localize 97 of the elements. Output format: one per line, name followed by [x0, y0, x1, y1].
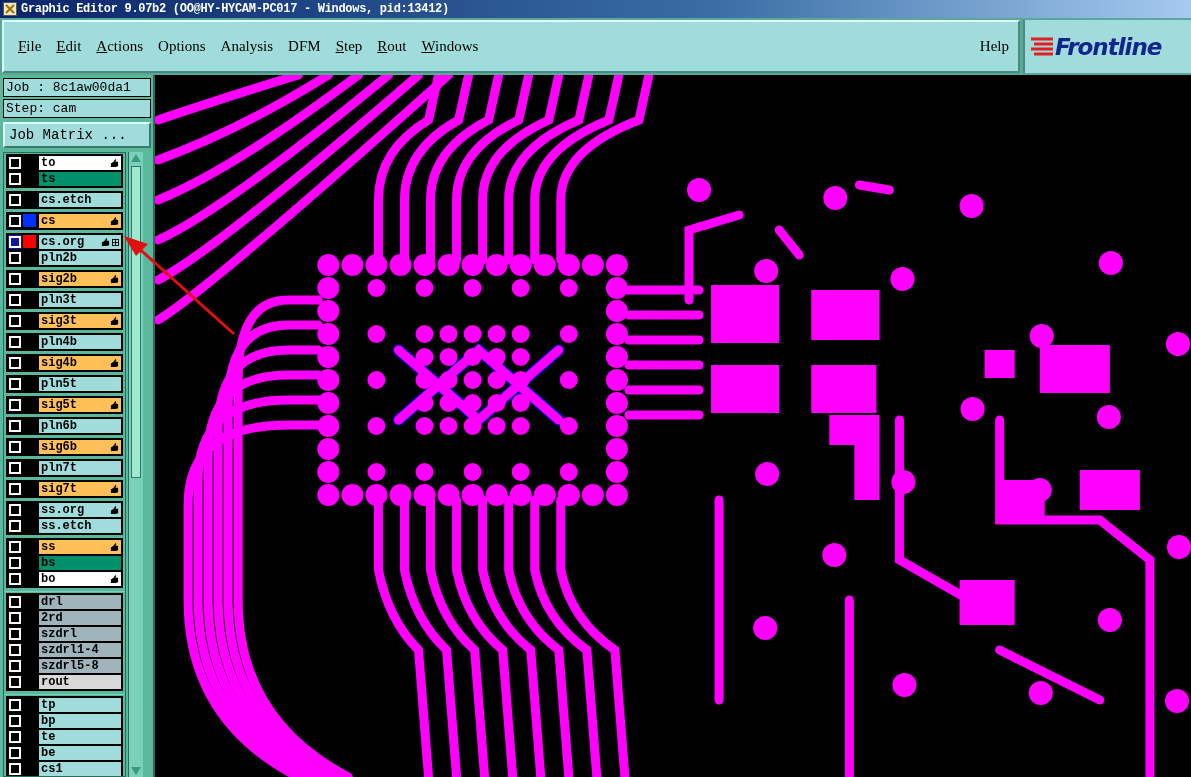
hand-icon: [110, 158, 119, 168]
app-icon: [3, 2, 17, 16]
layer-checkbox[interactable]: [9, 541, 21, 553]
layer-item[interactable]: ts: [39, 172, 121, 186]
layer-checkbox[interactable]: [9, 676, 21, 688]
layer-item[interactable]: pln7t: [39, 461, 121, 475]
menu-item[interactable]: Edit: [50, 38, 88, 55]
hand-icon: [110, 400, 119, 410]
layer-item[interactable]: sig6b: [39, 440, 121, 454]
layer-checkbox[interactable]: [9, 747, 21, 759]
layer-checkbox[interactable]: [9, 557, 21, 569]
hand-icon: [110, 274, 119, 284]
layer-item[interactable]: sig4b: [39, 356, 121, 370]
layer-checkbox[interactable]: [9, 596, 21, 608]
layer-checkbox[interactable]: [9, 660, 21, 672]
step-label: Step: cam: [3, 99, 151, 118]
layer-checkbox[interactable]: [9, 194, 21, 206]
layer-checkbox[interactable]: [9, 462, 21, 474]
hand-icon: [110, 442, 119, 452]
layer-item[interactable]: pln3t: [39, 293, 121, 307]
layer-checkbox[interactable]: [9, 612, 21, 624]
layer-checkbox[interactable]: [9, 628, 21, 640]
layer-item[interactable]: cs1: [39, 762, 121, 776]
help-menu[interactable]: Help: [973, 38, 1015, 55]
layer-item[interactable]: rout: [39, 675, 121, 689]
layer-checkbox[interactable]: [9, 173, 21, 185]
menu-item[interactable]: Step: [329, 38, 369, 55]
window-title: Graphic Editor 9.07b2 (OO@HY-HYCAM-PC017 - Windows, pid:13412): [21, 2, 449, 16]
layer-checkbox[interactable]: [9, 336, 21, 348]
layer-checkbox[interactable]: [9, 157, 21, 169]
layer-item[interactable]: tp: [39, 698, 121, 712]
layer-item[interactable]: cs: [39, 214, 121, 228]
layer-item[interactable]: te: [39, 730, 121, 744]
layer-checkbox[interactable]: [9, 504, 21, 516]
menu-item[interactable]: Actions: [90, 38, 150, 55]
layer-checkbox[interactable]: [9, 378, 21, 390]
hand-icon: [110, 358, 119, 368]
hand-icon: [101, 237, 110, 247]
layer-checkbox[interactable]: [9, 420, 21, 432]
layer-item[interactable]: bo: [39, 572, 121, 586]
hand-icon: [110, 574, 119, 584]
layer-item[interactable]: cs.etch: [39, 193, 121, 207]
menu-item[interactable]: Rout: [371, 38, 413, 55]
layer-item[interactable]: szdrl5-8: [39, 659, 121, 673]
menu-item[interactable]: Analysis: [214, 38, 280, 55]
layer-checkbox[interactable]: [9, 215, 21, 227]
layer-checkbox[interactable]: [9, 441, 21, 453]
layer-item[interactable]: szdrl: [39, 627, 121, 641]
layer-checkbox[interactable]: [9, 731, 21, 743]
layer-item[interactable]: 2rd: [39, 611, 121, 625]
logo: Frontline: [1055, 33, 1162, 60]
layer-item[interactable]: be: [39, 746, 121, 760]
job-label: Job : 8c1aw00da1: [3, 78, 151, 97]
layer-item[interactable]: sig7t: [39, 482, 121, 496]
layer-item[interactable]: pln6b: [39, 419, 121, 433]
layer-checkbox[interactable]: [9, 294, 21, 306]
layer-checkbox[interactable]: [9, 252, 21, 264]
layer-item[interactable]: sig5t: [39, 398, 121, 412]
layer-item[interactable]: sig3t: [39, 314, 121, 328]
layer-item[interactable]: szdrl1-4: [39, 643, 121, 657]
layer-item[interactable]: ss: [39, 540, 121, 554]
layer-item[interactable]: ss.etch: [39, 519, 121, 533]
layer-checkbox[interactable]: [9, 573, 21, 585]
layer-checkbox[interactable]: [9, 644, 21, 656]
menu-item[interactable]: Options: [152, 38, 212, 55]
layer-item[interactable]: pln5t: [39, 377, 121, 391]
layer-checkbox[interactable]: [9, 357, 21, 369]
layer-item[interactable]: pln2b: [39, 251, 121, 265]
layer-item[interactable]: to: [39, 156, 121, 170]
layer-checkbox[interactable]: [9, 399, 21, 411]
layer-item[interactable]: sig2b: [39, 272, 121, 286]
layer-item[interactable]: drl: [39, 595, 121, 609]
menu-item[interactable]: Windows: [415, 38, 485, 55]
layer-item[interactable]: bp: [39, 714, 121, 728]
layer-checkbox[interactable]: [9, 483, 21, 495]
hand-icon: [110, 542, 119, 552]
menu-item[interactable]: File: [12, 38, 48, 55]
menu-item[interactable]: DFM: [282, 38, 327, 55]
hand-icon: [110, 484, 119, 494]
layer-checkbox[interactable]: [9, 715, 21, 727]
layer-checkbox[interactable]: [9, 315, 21, 327]
layer-checkbox[interactable]: [9, 520, 21, 532]
layer-item[interactable]: ss.org: [39, 503, 121, 517]
layer-checkbox[interactable]: [9, 273, 21, 285]
hand-icon: [110, 216, 119, 226]
scrollbar[interactable]: [128, 152, 143, 777]
layer-item[interactable]: cs.org: [39, 235, 121, 249]
layer-checkbox[interactable]: [9, 699, 21, 711]
speed-lines-icon: [1031, 36, 1053, 57]
layer-item[interactable]: pln4b: [39, 335, 121, 349]
hand-icon: [110, 505, 119, 515]
layer-item[interactable]: bs: [39, 556, 121, 570]
layer-checkbox[interactable]: [9, 236, 21, 248]
scroll-thumb[interactable]: [131, 166, 141, 478]
job-matrix-button[interactable]: Job Matrix ...: [3, 122, 151, 148]
layer-checkbox[interactable]: [9, 763, 21, 775]
hand-icon: [110, 316, 119, 326]
